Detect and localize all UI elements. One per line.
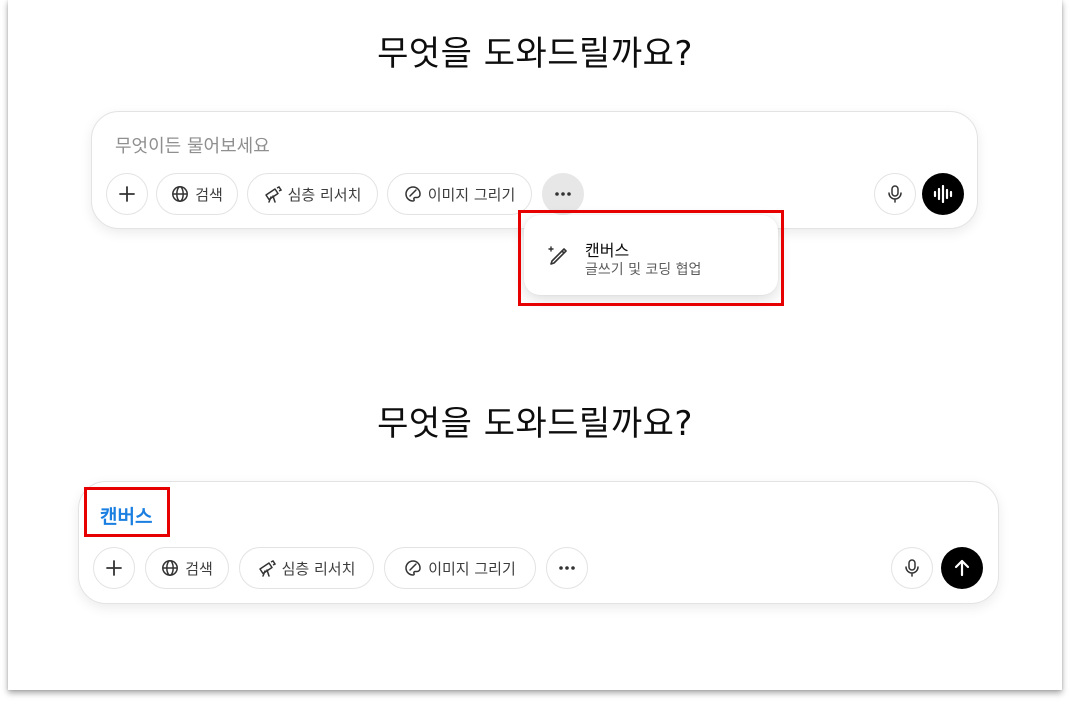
prompt-composer: 캔버스 검색 심층 리서치 이미지 그리기 (78, 481, 999, 604)
send-button[interactable] (941, 547, 983, 589)
search-button[interactable]: 검색 (145, 547, 229, 589)
deep-research-button-label: 심층 리서치 (287, 185, 362, 204)
more-dots-icon (553, 191, 573, 197)
search-button-label: 검색 (185, 559, 213, 578)
globe-icon (161, 559, 179, 577)
image-generate-button[interactable]: 이미지 그리기 (384, 547, 536, 589)
microphone-icon (903, 558, 921, 578)
globe-icon (171, 185, 189, 203)
plus-icon (104, 558, 124, 578)
voice-mode-button[interactable] (922, 173, 964, 215)
deep-research-button-label: 심층 리서치 (281, 559, 356, 578)
more-dots-icon (557, 565, 577, 571)
highlight-box (84, 487, 170, 537)
microphone-icon (886, 184, 904, 204)
arrow-up-icon (952, 558, 972, 578)
dictate-button[interactable] (891, 547, 933, 589)
more-tools-button[interactable] (546, 547, 588, 589)
telescope-icon (258, 559, 276, 577)
page-title: 무엇을 도와드릴까요? (377, 34, 693, 74)
image-generate-button-label: 이미지 그리기 (427, 185, 516, 204)
deep-research-button[interactable]: 심층 리서치 (239, 547, 374, 589)
image-generate-button[interactable]: 이미지 그리기 (387, 173, 532, 215)
add-button[interactable] (106, 173, 148, 215)
highlight-box (518, 210, 784, 306)
palette-icon (404, 185, 422, 203)
search-button[interactable]: 검색 (156, 173, 238, 215)
add-button[interactable] (93, 547, 135, 589)
prompt-input[interactable]: 무엇이든 물어보세요 (115, 132, 270, 158)
image-generate-button-label: 이미지 그리기 (428, 559, 516, 578)
more-tools-button[interactable] (542, 173, 584, 215)
search-button-label: 검색 (195, 185, 223, 204)
dictate-button[interactable] (874, 173, 916, 215)
plus-icon (117, 184, 137, 204)
palette-icon (404, 559, 422, 577)
voice-wave-icon (933, 185, 953, 203)
page-title: 무엇을 도와드릴까요? (377, 404, 693, 444)
deep-research-button[interactable]: 심층 리서치 (247, 173, 378, 215)
telescope-icon (264, 185, 282, 203)
